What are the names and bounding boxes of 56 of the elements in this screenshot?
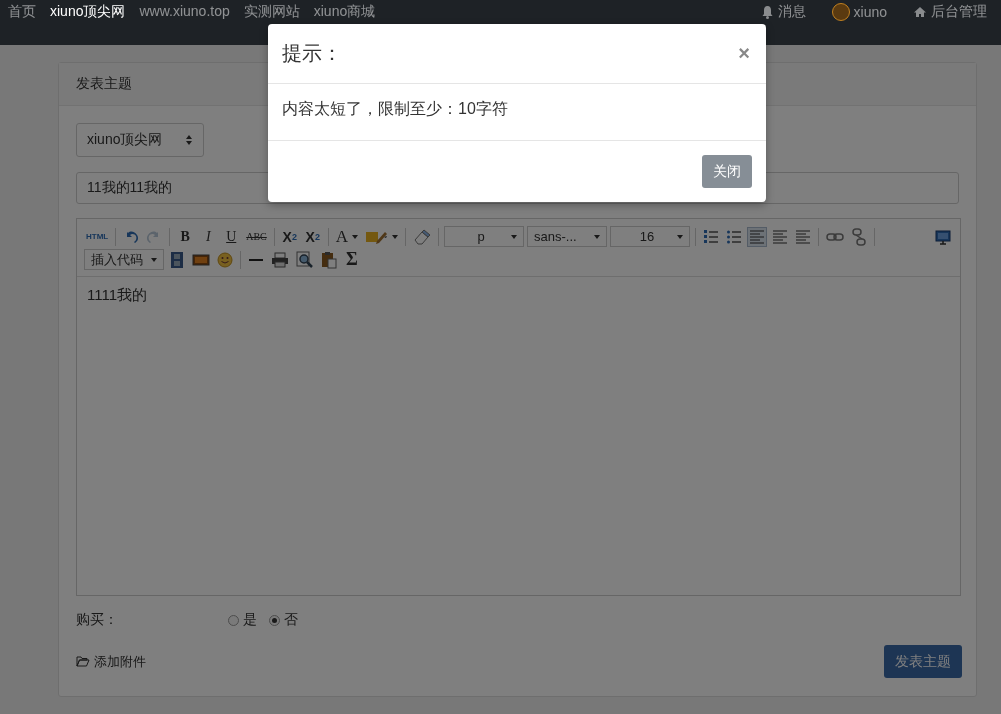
buy-label: 购买：	[76, 611, 119, 629]
radio-button[interactable]	[269, 614, 280, 626]
close-button[interactable]: 关闭	[702, 155, 752, 188]
align-icon	[772, 228, 789, 245]
toolbar-button[interactable]: X$^{2}$	[279, 226, 300, 247]
admin-link[interactable]: 后台管理	[913, 3, 987, 21]
toolbar-select[interactable]: p	[444, 226, 525, 247]
sort-caret-icon	[185, 134, 193, 146]
toolbar-button[interactable]: B	[175, 226, 196, 247]
align-icon	[795, 228, 812, 245]
user-link[interactable]: xiuno	[831, 3, 887, 21]
film-icon	[170, 250, 184, 269]
close-button[interactable]: ×	[736, 42, 752, 65]
home-icon	[913, 6, 927, 18]
toolbar-button[interactable]	[319, 249, 339, 270]
forum-select[interactable]: xiuno顶尖网	[76, 123, 204, 157]
magnifier-icon	[296, 250, 314, 269]
bell-icon	[760, 5, 774, 19]
toolbar-button[interactable]	[215, 249, 235, 270]
broken-link-icon	[851, 227, 868, 246]
monitor-icon	[935, 228, 951, 245]
radio-option[interactable]: 否	[269, 611, 298, 629]
dialog-title: 提示：	[282, 41, 342, 66]
dialog-message: 内容太短了，限制至少：10字符	[268, 84, 766, 141]
toolbar-button[interactable]: A	[333, 226, 361, 247]
nav-link[interactable]: xiuno顶尖网	[50, 3, 126, 21]
messages-link[interactable]: 消息	[760, 3, 806, 21]
numbered-list-icon	[703, 228, 720, 245]
toolbar-button[interactable]: HTML	[84, 226, 111, 247]
toolbar-select[interactable]: 插入代码	[84, 249, 164, 270]
align-button[interactable]	[747, 226, 768, 247]
toolbar-button[interactable]: ABC	[244, 226, 269, 247]
clipboard-icon	[321, 250, 337, 269]
image-icon	[192, 252, 210, 267]
folder-icon	[76, 656, 90, 667]
submit-button[interactable]: 发表主题	[884, 645, 962, 678]
radio-button[interactable]	[228, 614, 239, 626]
radio-option[interactable]: 是	[228, 611, 257, 629]
bullet-list-icon	[726, 228, 743, 245]
horizontal-line-icon	[249, 258, 263, 261]
attach-link[interactable]: 添加附件	[76, 652, 146, 671]
toolbar-button[interactable]: U	[221, 226, 242, 247]
avatar	[831, 3, 850, 21]
toolbar-button[interactable]: I	[198, 226, 219, 247]
toolbar-button[interactable]: Σ	[342, 249, 362, 270]
eraser-icon	[413, 228, 432, 245]
nav-link[interactable]: www.xiuno.top	[139, 3, 230, 19]
printer-icon	[271, 251, 289, 268]
nav-link[interactable]: 首页	[8, 3, 36, 21]
toolbar-select[interactable]: 16	[610, 226, 691, 247]
nav-link[interactable]: 实测网站	[243, 3, 300, 21]
smiley-icon	[217, 251, 233, 268]
toolbar-button[interactable]	[269, 249, 291, 270]
nav-link[interactable]: xiuno商城	[313, 3, 376, 21]
toolbar-select[interactable]: sans-...	[527, 226, 608, 247]
align-icon	[749, 228, 766, 245]
